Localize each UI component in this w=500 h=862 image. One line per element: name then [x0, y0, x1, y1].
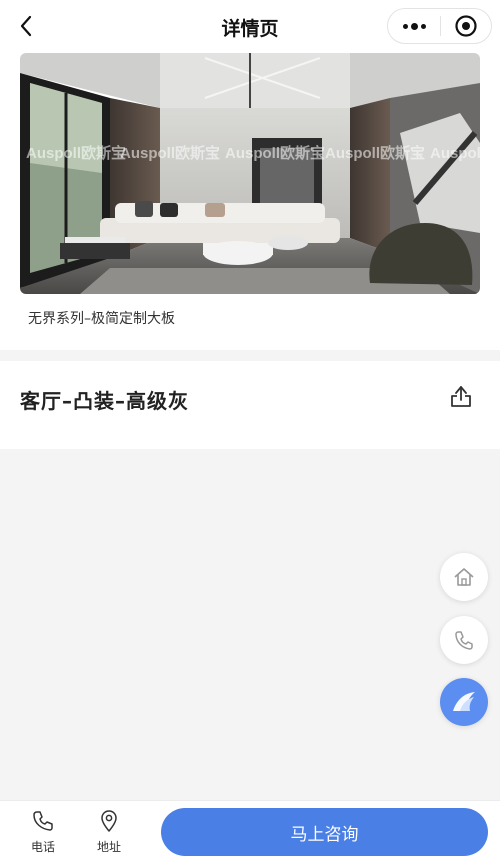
consult-now-button[interactable]: 马上咨询 — [161, 808, 488, 856]
target-icon — [455, 15, 477, 37]
phone-icon — [33, 811, 53, 831]
home-icon — [454, 568, 474, 586]
more-dots-icon — [402, 22, 426, 30]
image-caption: 无界系列–极简定制大板 — [28, 311, 175, 327]
home-fab[interactable] — [440, 553, 488, 601]
brand-fab[interactable] — [440, 678, 488, 726]
phone-tab[interactable]: 电话 — [18, 809, 68, 855]
living-room-photo: Auspoll欧斯宝 Auspoll欧斯宝 Auspoll欧斯宝 Auspoll… — [20, 53, 480, 294]
product-info-card: 客厅–凸装–高级灰 — [0, 361, 500, 449]
svg-text:Auspoll欧: Auspoll欧 — [430, 144, 480, 162]
product-image[interactable]: Auspoll欧斯宝 Auspoll欧斯宝 Auspoll欧斯宝 Auspoll… — [20, 53, 480, 294]
address-tab[interactable]: 地址 — [84, 809, 134, 855]
location-pin-icon — [101, 810, 117, 832]
more-button[interactable] — [388, 9, 440, 43]
svg-text:Auspoll欧斯宝: Auspoll欧斯宝 — [225, 144, 325, 162]
call-fab[interactable] — [440, 616, 488, 664]
address-tab-label: 地址 — [96, 840, 121, 854]
nav-bar: 详情页 — [0, 0, 500, 52]
svg-text:Auspoll欧斯宝: Auspoll欧斯宝 — [26, 144, 126, 162]
bottom-action-bar: 电话 地址 马上咨询 — [0, 800, 500, 862]
close-miniprogram-button[interactable] — [441, 9, 491, 43]
svg-text:Auspoll欧斯宝: Auspoll欧斯宝 — [120, 144, 220, 162]
phone-tab-label: 电话 — [30, 840, 55, 854]
share-icon — [451, 386, 471, 407]
brand-logo-icon — [453, 692, 475, 711]
product-title: 客厅–凸装–高级灰 — [20, 389, 189, 413]
miniprogram-capsule — [387, 8, 492, 44]
gallery-card: Auspoll欧斯宝 Auspoll欧斯宝 Auspoll欧斯宝 Auspoll… — [0, 52, 500, 350]
share-button[interactable] — [448, 383, 474, 409]
phone-icon — [455, 631, 473, 650]
svg-text:Auspoll欧斯宝: Auspoll欧斯宝 — [325, 144, 425, 162]
